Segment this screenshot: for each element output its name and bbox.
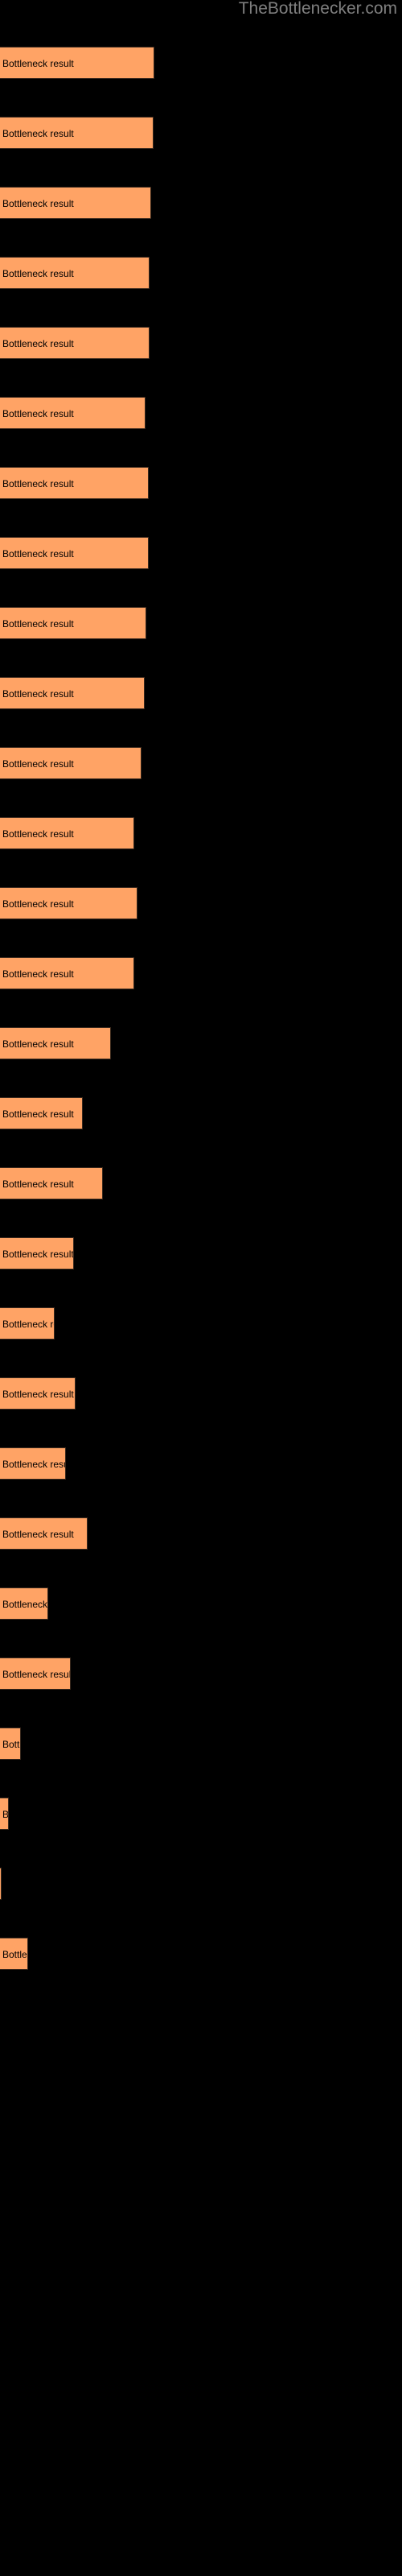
bar[interactable]: Bottleneck result (0, 1307, 55, 1340)
bar-label: Bottleneck result (2, 1949, 27, 1960)
bar[interactable]: Bottleneck result (0, 677, 145, 709)
bar-row: Bottleneck result (0, 1167, 103, 1199)
bar[interactable]: Bottleneck result (0, 117, 154, 149)
bar-row: Bottleneck result (0, 1377, 76, 1410)
bar-label: Bottleneck result (2, 478, 74, 489)
bar[interactable]: Bottleneck result (0, 1377, 76, 1410)
bar-row: Bottleneck result (0, 1868, 2, 1900)
bar-label: Bottleneck result (2, 1389, 74, 1400)
bar[interactable]: Bottleneck result (0, 607, 146, 639)
bar-row: Bottleneck result (0, 1307, 55, 1340)
bar[interactable]: Bottleneck result (0, 817, 134, 849)
bar-row: Bottleneck result (0, 257, 150, 289)
bar-row: Bottleneck result (0, 187, 151, 219)
bar-row: Bottleneck result (0, 1097, 83, 1129)
bar-row: Bottleneck result (0, 1938, 28, 1970)
bar-row: Bottleneck result (0, 1798, 9, 1830)
bar-row: Bottleneck result (0, 817, 134, 849)
bar-row: Bottleneck result (0, 537, 149, 569)
bar[interactable]: Bottleneck result (0, 747, 142, 779)
bar-label: Bottleneck result (2, 968, 74, 980)
bar[interactable]: Bottleneck result (0, 1027, 111, 1059)
bar-label: Bottleneck result (2, 338, 74, 349)
bar-label: Bottleneck result (2, 1739, 21, 1750)
bar-label: Bottleneck result (2, 758, 74, 770)
bar-row: Bottleneck result (0, 677, 145, 709)
bar[interactable]: Bottleneck result (0, 1447, 66, 1480)
bar[interactable]: Bottleneck result (0, 1237, 74, 1269)
bar-label: Bottleneck result (2, 1179, 74, 1190)
bar-label: Bottleneck result (2, 1038, 74, 1050)
bar[interactable]: Bottleneck result (0, 1657, 71, 1690)
bar-label: Bottleneck result (2, 618, 74, 630)
bottleneck-chart: TheBottlenecker.com Bottleneck result Bot… (0, 0, 402, 2576)
chart-plot-area: Bottleneck result Bottleneck result Bottle… (0, 0, 402, 2576)
bar-row: Bottleneck result (0, 1517, 88, 1550)
bar[interactable]: Bottleneck result (0, 467, 149, 499)
bar-label: Bottleneck result (2, 898, 74, 910)
bar-label: Bottleneck result (2, 1599, 48, 1610)
bar-row: Bottleneck result (0, 1027, 111, 1059)
bar-row: Bottleneck result (0, 117, 154, 149)
bar-row: Bottleneck result (0, 747, 142, 779)
bar-label: Bottleneck result (2, 828, 74, 840)
bar-label: Bottleneck result (2, 688, 74, 700)
bar-row: Bottleneck result (0, 1728, 21, 1760)
bar-row: Bottleneck result (0, 47, 154, 79)
bar-row: Bottleneck result (0, 1237, 74, 1269)
bar-label: Bottleneck result (2, 1108, 74, 1120)
bar-row: Bottleneck result (0, 957, 134, 989)
bar-label: Bottleneck result (2, 1669, 71, 1680)
bar[interactable]: Bottleneck result (0, 887, 137, 919)
bar-row: Bottleneck result (0, 397, 146, 429)
bar-label: Bottleneck result (2, 1249, 74, 1260)
bar-row: Bottleneck result (0, 607, 146, 639)
bar[interactable]: Bottleneck result (0, 187, 151, 219)
bar-row: Bottleneck result (0, 1447, 66, 1480)
bar-label: Bottleneck result (2, 268, 74, 279)
bar-row: Bottleneck result (0, 327, 150, 359)
bar-label: Bottleneck result (2, 1529, 74, 1540)
bar[interactable]: Bottleneck result (0, 1938, 28, 1970)
bar-row: Bottleneck result (0, 1587, 48, 1620)
bar-label: Bottleneck result (2, 1319, 54, 1330)
bar[interactable]: Bottleneck result (0, 327, 150, 359)
bar-label: Bottleneck result (2, 1459, 65, 1470)
bar-label: Bottleneck result (2, 1809, 9, 1820)
bar[interactable]: Bottleneck result (0, 537, 149, 569)
bar[interactable]: Bottleneck result (0, 1517, 88, 1550)
bar-label: Bottleneck result (2, 58, 74, 69)
bar[interactable]: Bottleneck result (0, 397, 146, 429)
bar[interactable]: Bottleneck result (0, 1798, 9, 1830)
bar-label: Bottleneck result (2, 128, 74, 139)
bar-row: Bottleneck result (0, 887, 137, 919)
bar[interactable]: Bottleneck result (0, 1587, 48, 1620)
bar-row: Bottleneck result (0, 467, 149, 499)
bar-row: Bottleneck result (0, 1657, 71, 1690)
bar[interactable]: Bottleneck result (0, 1097, 83, 1129)
bar-label: Bottleneck result (2, 548, 74, 559)
bar-label: Bottleneck result (2, 198, 74, 209)
bar[interactable]: Bottleneck result (0, 957, 134, 989)
bar[interactable]: Bottleneck result (0, 1728, 21, 1760)
bar[interactable]: Bottleneck result (0, 47, 154, 79)
bar[interactable]: Bottleneck result (0, 1167, 103, 1199)
bar[interactable]: Bottleneck result (0, 257, 150, 289)
bar-label: Bottleneck result (2, 408, 74, 419)
bar[interactable]: Bottleneck result (0, 1868, 2, 1900)
